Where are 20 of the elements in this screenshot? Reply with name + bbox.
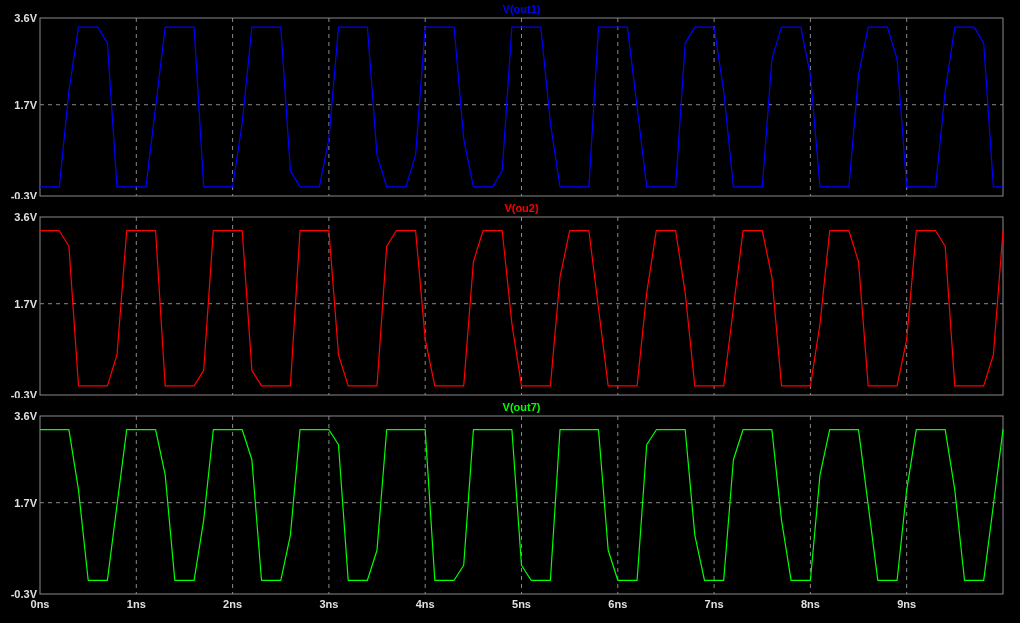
x-axis-label: 9ns bbox=[897, 598, 917, 610]
x-axis-label: 2ns bbox=[223, 598, 243, 610]
trace-label: V(out7) bbox=[502, 401, 541, 413]
y-axis-label: 1.7V bbox=[14, 496, 37, 509]
x-axis-label: 3ns bbox=[319, 598, 339, 610]
x-axis-label: 6ns bbox=[608, 598, 628, 610]
x-axis-label: 8ns bbox=[800, 598, 820, 610]
x-axis-label: 1ns bbox=[126, 598, 146, 610]
y-axis-label: -0.3V bbox=[10, 588, 37, 600]
x-axis-label: 5ns bbox=[512, 598, 531, 610]
trace-label: V(ou2) bbox=[504, 202, 539, 214]
x-axis-label: 4ns bbox=[415, 598, 435, 610]
x-axis-label: 7ns bbox=[704, 598, 724, 610]
y-axis-label: 1.7V bbox=[14, 297, 37, 310]
trace-label: V(out1) bbox=[502, 3, 541, 15]
y-axis-label: 3.6V bbox=[14, 410, 37, 422]
y-axis-label: 3.6V bbox=[14, 211, 37, 223]
y-axis-label: 3.6V bbox=[14, 12, 37, 24]
x-axis-label: 0ns bbox=[30, 598, 50, 610]
y-axis-label: 1.7V bbox=[14, 98, 37, 111]
